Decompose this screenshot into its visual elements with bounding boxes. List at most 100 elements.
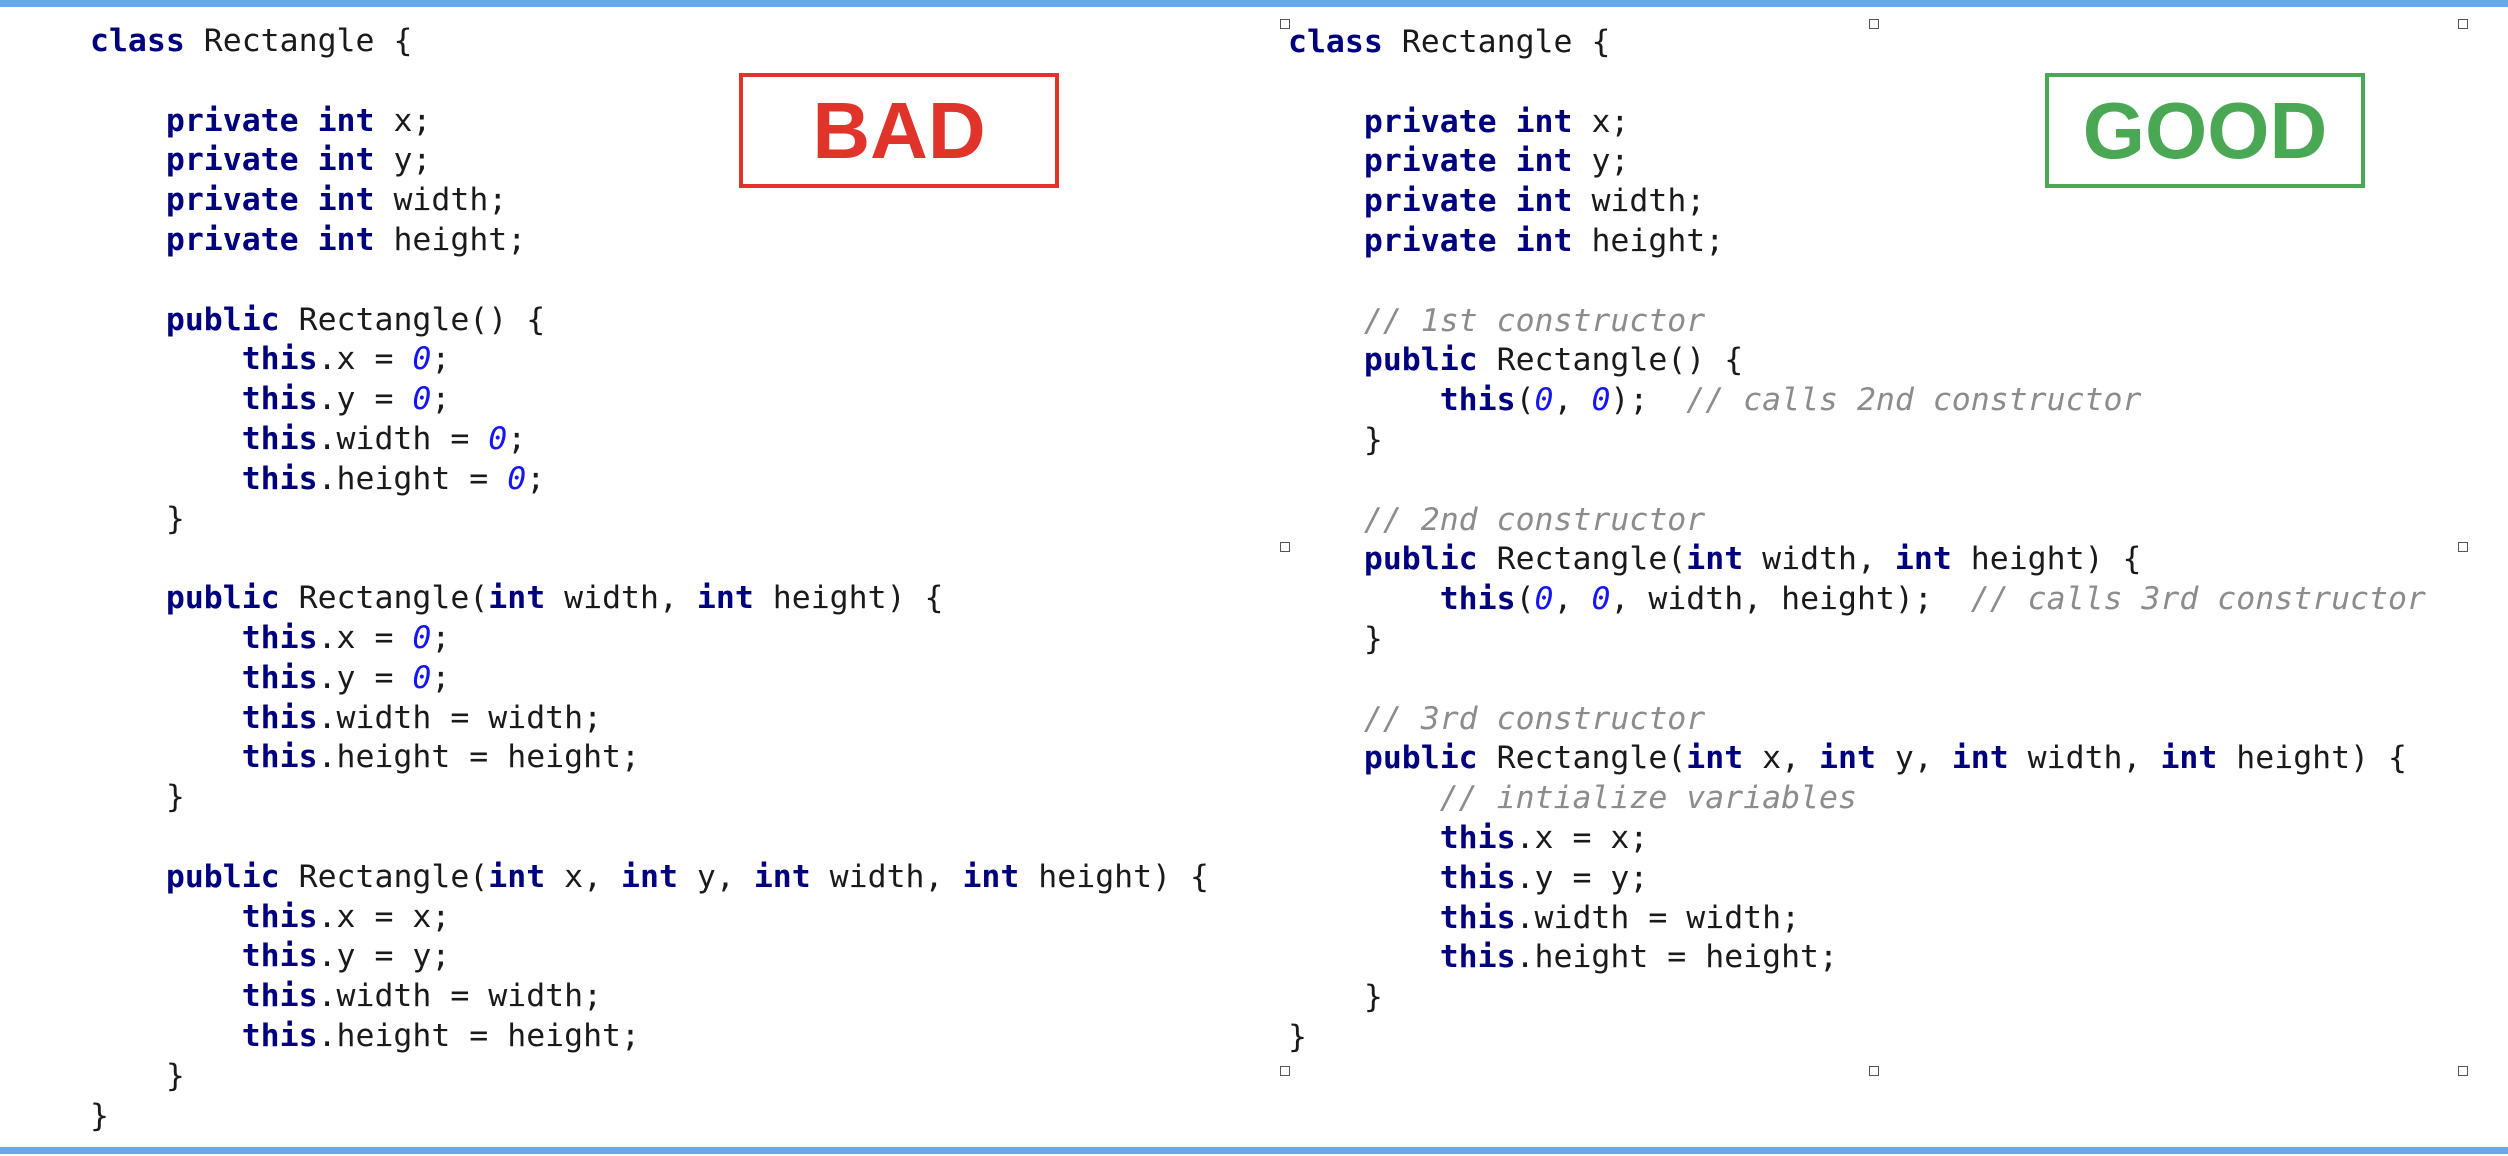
code-keyword: int xyxy=(317,102,375,139)
code-text: ; xyxy=(431,619,451,656)
code-text: } xyxy=(1288,421,1383,458)
code-text: x; xyxy=(374,102,432,139)
code-text: height) { xyxy=(2217,740,2407,777)
code-text: width; xyxy=(1572,183,1706,220)
code-text: height) { xyxy=(1951,541,2142,578)
selection-handle-middle-left[interactable] xyxy=(1280,542,1290,552)
code-line: this(0, 0, width, height); // calls 3rd … xyxy=(1288,580,2426,620)
code-keyword: private xyxy=(165,221,299,258)
code-text: height; xyxy=(374,221,527,258)
code-keyword: this xyxy=(241,341,318,378)
code-keyword: this xyxy=(241,978,318,1015)
code-text: ; xyxy=(526,460,546,497)
code-line: } xyxy=(1288,1018,2426,1058)
bad-label: BAD xyxy=(739,73,1059,188)
code-keyword: this xyxy=(1439,819,1516,856)
code-line: class Rectangle { xyxy=(1288,23,2426,63)
code-comment: // 2nd constructor xyxy=(1363,501,1706,538)
code-number: 0 xyxy=(1591,382,1611,419)
code-text: .y = y; xyxy=(317,938,451,975)
code-line: } xyxy=(1288,620,2426,660)
code-text: .height = height; xyxy=(1515,939,1838,976)
selection-handle-top-right[interactable] xyxy=(2458,19,2468,29)
code-comment: // 3rd constructor xyxy=(1363,700,1706,737)
code-text: } xyxy=(1288,620,1383,657)
code-text: .height = height; xyxy=(317,1017,640,1054)
code-text: x, xyxy=(1743,740,1820,777)
code-line: this(0, 0); // calls 2nd constructor xyxy=(1288,381,2426,421)
code-text: .x = x; xyxy=(317,898,451,935)
selection-handle-bottom-right[interactable] xyxy=(2458,1066,2468,1076)
code-keyword: this xyxy=(241,898,318,935)
selection-handle-top-left[interactable] xyxy=(1280,19,1290,29)
code-text: .height = height; xyxy=(317,739,640,776)
code-keyword: public xyxy=(165,858,280,895)
code-keyword: this xyxy=(1439,382,1516,419)
code-keyword: this xyxy=(241,938,318,975)
code-keyword: private xyxy=(165,142,299,179)
code-keyword: public xyxy=(1363,740,1478,777)
code-keyword: this xyxy=(241,381,318,418)
top-accent-bar xyxy=(0,0,2508,7)
code-number: 0 xyxy=(1591,581,1611,618)
code-text: } xyxy=(1288,979,1383,1016)
code-keyword: private xyxy=(1363,222,1497,259)
code-line: this.y = 0; xyxy=(90,380,1209,420)
code-keyword: int xyxy=(696,580,754,617)
code-keyword: int xyxy=(1515,103,1573,140)
code-text: x; xyxy=(1572,103,1630,140)
code-text: width, xyxy=(1743,541,1895,578)
code-line: private int height; xyxy=(90,221,1209,261)
code-keyword: this xyxy=(241,420,318,457)
code-text: .width = width; xyxy=(1515,899,1801,936)
code-text: .x = xyxy=(317,619,413,656)
code-line: this.width = width; xyxy=(90,977,1209,1017)
code-number: 0 xyxy=(412,341,432,378)
code-line: this.height = height; xyxy=(90,1017,1209,1057)
code-keyword: int xyxy=(488,580,546,617)
code-keyword: public xyxy=(165,301,280,338)
code-keyword: this xyxy=(1439,859,1516,896)
selection-handle-middle-right[interactable] xyxy=(2458,542,2468,552)
code-keyword: this xyxy=(241,619,318,656)
code-line: this.y = 0; xyxy=(90,659,1209,699)
code-keyword: this xyxy=(241,699,318,736)
selection-handle-bottom-middle[interactable] xyxy=(1869,1066,1879,1076)
code-comment: // calls 3rd constructor xyxy=(1970,581,2426,618)
selection-handle-bottom-left[interactable] xyxy=(1280,1066,1290,1076)
code-text: ; xyxy=(431,381,451,418)
selection-handle-top-middle[interactable] xyxy=(1869,19,1879,29)
code-number: 0 xyxy=(412,619,432,656)
code-keyword: int xyxy=(2160,740,2218,777)
code-text: .y = xyxy=(317,381,413,418)
code-text: y, xyxy=(677,858,754,895)
code-text: width, xyxy=(810,858,963,895)
code-keyword: this xyxy=(1439,899,1516,936)
code-text: .width = xyxy=(317,420,489,457)
code-number: 0 xyxy=(488,420,508,457)
code-text: height) { xyxy=(1019,858,1209,895)
